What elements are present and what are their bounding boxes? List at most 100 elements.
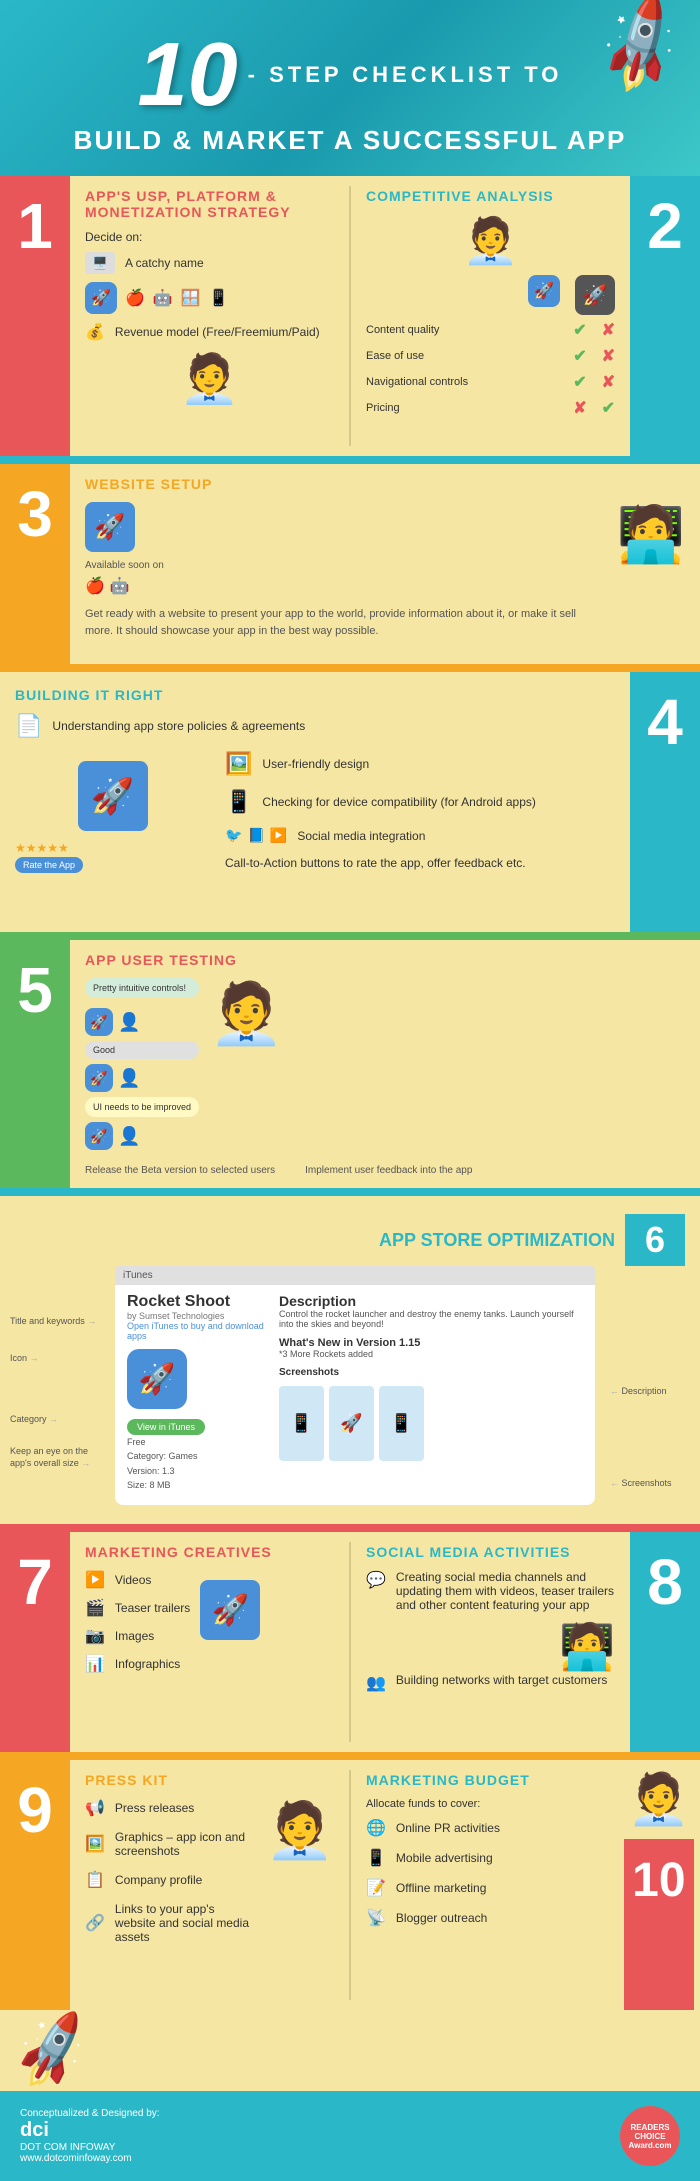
step1-revenue-text: Revenue model (Free/Freemium/Paid) [115,325,320,339]
social-icons-group: 🐦 📘 ▶️ [225,827,287,844]
itunes-view-btn[interactable]: View in iTunes [127,1419,205,1435]
user-app-icon-2: 🚀 [85,1064,113,1092]
step7-title: MARKETING CREATIVES [85,1544,334,1560]
step9-body: 📢 Press releases 🖼️ Graphics – app icon … [85,1798,334,1956]
rocket-decoration: 🚀 [583,0,699,103]
divider-8-9 [0,1752,700,1760]
megaphone-icon: 📢 [85,1798,105,1818]
itunes-open-link[interactable]: Open iTunes to buy and download apps [127,1321,267,1341]
step10-blogger: 📡 Blogger outreach [366,1908,603,1928]
check-green-pricing: ✔ [602,398,615,418]
step2-criteria-list: Content quality ✔ ✘ Ease of use ✔ ✘ [366,320,615,418]
label-overall-size: Keep an eye on the app's overall size → [10,1446,100,1469]
document-icon: 📄 [15,713,42,739]
step3-number-bar: 3 [0,464,70,664]
step7-infographics: 📊 Infographics [85,1654,190,1674]
step2-number: 2 [635,186,695,266]
step3-rocket-icon: 🚀 [85,502,135,552]
itunes-body: Rocket Shoot by Sumset Technologies Open… [127,1293,583,1493]
person-icon-1: 🧑‍💼 [180,353,240,406]
header: 10 - STEP CHECKLIST TO 🚀 BUILD & MARKET … [0,0,700,176]
step4-device-compat: 📱 Checking for device compatibility (for… [225,789,615,815]
itunes-category: Free [127,1435,267,1449]
step4-right-col: 🖼️ User-friendly design 📱 Checking for d… [225,751,615,882]
step6-section: APP STORE OPTIMIZATION 6 Title and keywo… [0,1196,700,1524]
step10-content: MARKETING BUDGET Allocate funds to cover… [351,1760,618,2010]
itunes-right-col: Description Control the rocket launcher … [279,1293,583,1493]
step7-body: ▶️ Videos 🎬 Teaser trailers 📷 Images [85,1570,334,1682]
app-icon-1: 🚀 [85,282,117,314]
step8-title: SOCIAL MEDIA ACTIVITIES [366,1544,615,1560]
user-row-3: 🚀 👤 [85,1122,199,1150]
step3-content: WEBSITE SETUP 🚀 Available soon on 🍎 🤖 Ge… [70,464,700,664]
step1-number: 1 [5,186,65,266]
step10-allocate: Allocate funds to cover: [366,1798,603,1810]
step1-catchy-name: A catchy name [125,256,204,270]
comp-row-content: Content quality ✔ ✘ [366,320,615,340]
step9-press-releases: 📢 Press releases [85,1798,256,1818]
step7-items-list: ▶️ Videos 🎬 Teaser trailers 📷 Images [85,1570,190,1682]
step1-container: 1 APP'S USP, PLATFORM & MONETIZATION STR… [0,176,349,456]
computer-person-icon: 🧑‍💻 [559,1621,615,1672]
monitor-icon: 🖥️ [85,252,115,274]
check-red-1: ✘ [602,320,615,340]
step3-store-badges: 🍎 🤖 [85,576,602,596]
step7-rocket-icon: 🚀 [200,1580,260,1640]
bubble-3: UI needs to be improved [85,1097,199,1117]
divider-5-6 [0,1188,700,1196]
step8-number: 8 [635,1542,695,1622]
step7-number-bar: 7 [0,1532,70,1752]
check-red-3: ✘ [602,372,615,392]
step9-links: 🔗 Links to your app's website and social… [85,1902,256,1944]
app-avatar-1: 🚀 [528,275,560,307]
step7-images: 📷 Images [85,1626,190,1646]
footer-website: www.dotcominfoway.com [20,2153,160,2164]
step10-number: 10 [620,1849,697,1913]
step5-beta-text: Release the Beta version to selected use… [85,1165,275,1176]
businessperson-icon-9: 🧑‍💼 [266,1799,334,1861]
screenshot-3: 📱 [379,1386,424,1461]
step4-policies: 📄 Understanding app store policies & agr… [15,713,615,739]
footer-conceptualized: Conceptualized & Designed by: [20,2108,160,2119]
itunes-app-icon: 🚀 [127,1349,187,1409]
step3-text-area: 🚀 Available soon on 🍎 🤖 Get ready with a… [85,502,602,639]
footer-text-area: Conceptualized & Designed by: dci DOT CO… [20,2108,160,2164]
user-icon-1: 👤 [118,1012,140,1033]
step2-person: 🧑‍💼 [366,214,615,267]
step7-number: 7 [5,1542,65,1622]
step9-number-bar: 9 [0,1760,70,2010]
step5-implement-text: Implement user feedback into the app [305,1165,472,1176]
video-icon: ▶️ [85,1570,105,1590]
footer-logo: dci [20,2119,160,2142]
bubble-1: Pretty intuitive controls! [85,978,199,998]
youtube-icon: ▶️ [270,827,287,844]
divider-6-7 [0,1524,700,1532]
user-app-icon-3: 🚀 [85,1122,113,1150]
mobile-icon: 📱 [225,789,252,815]
step4-social-media: 🐦 📘 ▶️ Social media integration [225,827,615,844]
comp-row-pricing: Pricing ✘ ✔ [366,398,615,418]
step3-person-laptop: 🧑‍💻 [617,502,685,567]
step3-section: 3 WEBSITE SETUP 🚀 Available soon on 🍎 🤖 … [0,464,700,664]
step9-company-profile: 📋 Company profile [85,1870,256,1890]
step5-content: APP USER TESTING Pretty intuitive contro… [70,940,700,1188]
step4-cta: Call-to-Action buttons to rate the app, … [225,856,615,870]
screenshot-2: 🚀 [329,1386,374,1461]
step9-container: 9 PRESS KIT 📢 Press releases 🖼️ Graphics… [0,1760,349,2010]
step1-revenue: 💰 Revenue model (Free/Freemium/Paid) [85,322,334,342]
step2-number-bar: 2 [630,176,700,456]
step8-networks: 👥 Building networks with target customer… [366,1673,615,1693]
step3-app-icon: 🚀 [85,502,602,552]
itunes-by: by Sumset Technologies [127,1311,267,1321]
itunes-header: iTunes [115,1266,595,1285]
step7-teasers: 🎬 Teaser trailers [85,1598,190,1618]
dollar-icon: 💰 [85,322,105,342]
satellite-icon: 📡 [366,1908,386,1928]
step9-graphics: 🖼️ Graphics – app icon and screenshots [85,1830,256,1858]
step10-container: MARKETING BUDGET Allocate funds to cover… [351,1760,700,2010]
step5-inner-layout: Pretty intuitive controls! 🚀 👤 Good 🚀 👤 … [85,978,685,1150]
bottom-rocket-area: 🚀 [0,2010,700,2091]
bottom-rocket-icon: 🚀 [7,2007,98,2095]
step4-rate-btn[interactable]: Rate the App [15,857,83,873]
step4-number: 4 [635,682,695,762]
